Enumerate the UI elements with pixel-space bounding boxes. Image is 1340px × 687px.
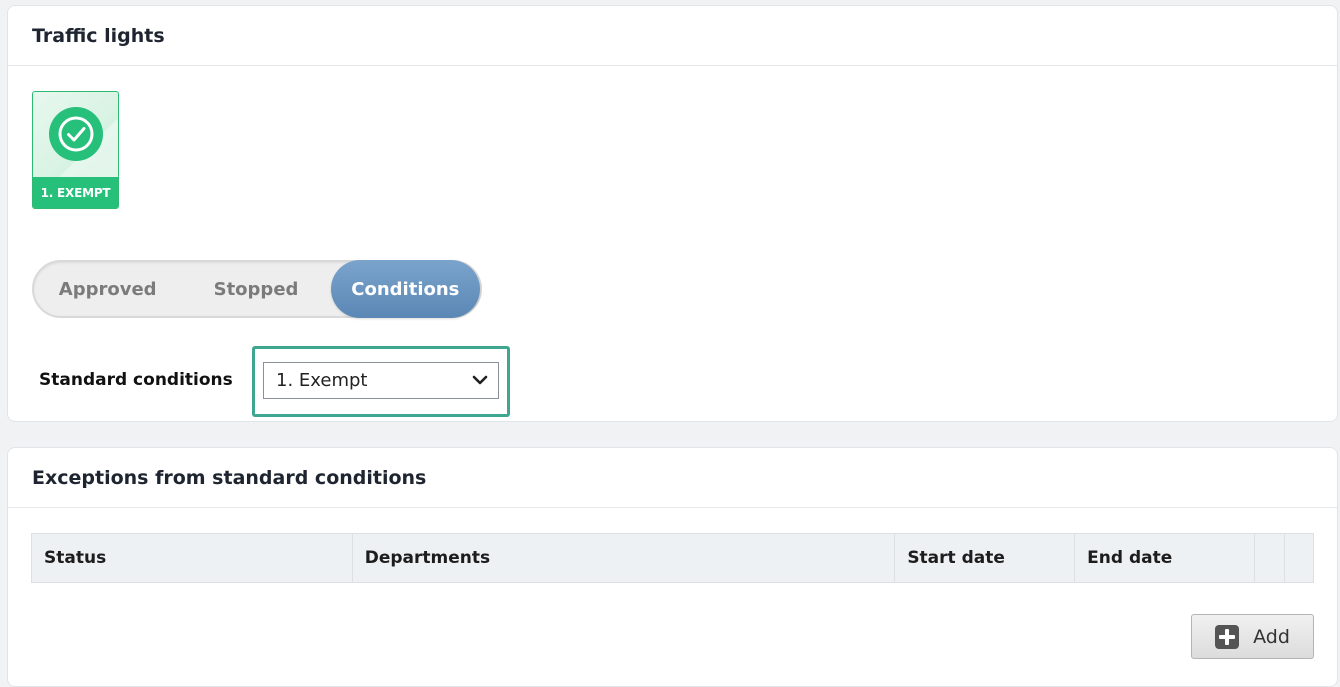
column-header-start-date[interactable]: Start date [895,534,1076,582]
standard-conditions-value: 1. Exempt [276,370,368,391]
column-header-action-2 [1285,534,1313,582]
traffic-lights-card: Traffic lights 1. EXEMPT Approved Stoppe… [7,5,1338,422]
exceptions-card: Exceptions from standard conditions Stat… [7,447,1338,687]
status-segmented-control: Approved Stopped Conditions [32,260,482,318]
column-header-end-date[interactable]: End date [1075,534,1256,582]
add-button[interactable]: Add [1191,614,1314,659]
traffic-lights-title: Traffic lights [8,6,1337,66]
standard-conditions-focus-ring: 1. Exempt [252,346,510,417]
column-header-status[interactable]: Status [32,534,353,582]
traffic-light-label: 1. EXEMPT [33,177,118,208]
segment-stopped[interactable]: Stopped [181,262,330,316]
segment-conditions[interactable]: Conditions [330,260,480,318]
exceptions-title: Exceptions from standard conditions [8,448,1337,508]
column-header-departments[interactable]: Departments [353,534,896,582]
add-button-label: Add [1253,625,1290,648]
check-circle-icon [49,107,103,161]
standard-conditions-select[interactable]: 1. Exempt [263,362,499,399]
traffic-light-tile[interactable]: 1. EXEMPT [32,91,119,209]
exceptions-table-header: Status Departments Start date End date [31,533,1314,583]
plus-square-icon [1215,624,1240,649]
segment-approved[interactable]: Approved [34,262,181,316]
column-header-action-1 [1255,534,1285,582]
standard-conditions-label: Standard conditions [39,370,233,390]
chevron-down-icon [472,370,488,391]
